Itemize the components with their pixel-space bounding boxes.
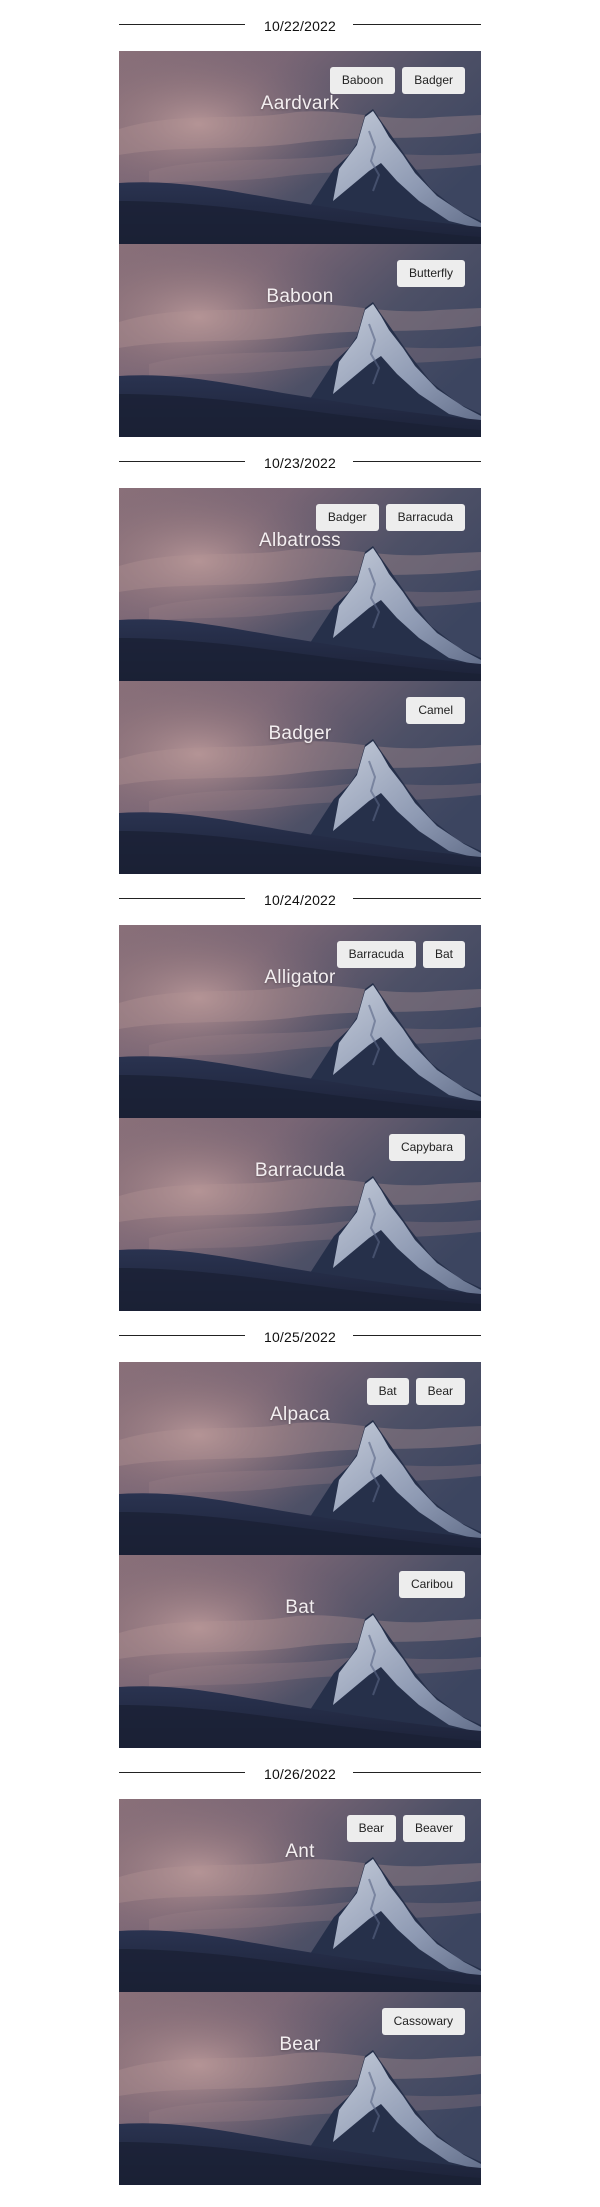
card-title: Ant: [285, 1841, 315, 1862]
card-title: Baboon: [266, 286, 334, 307]
tag-chip[interactable]: Barracuda: [385, 504, 465, 531]
tag-list: Butterfly: [396, 260, 465, 287]
divider-line: [119, 24, 245, 25]
tag-list: Camel: [406, 697, 465, 724]
tag-chip[interactable]: Bear: [415, 1378, 465, 1405]
tag-chip[interactable]: Bat: [422, 941, 465, 968]
card-title: Badger: [268, 723, 332, 744]
divider-line: [119, 898, 245, 899]
date-separator: 10/24/2022: [119, 874, 481, 925]
tag-list: Caribou: [398, 1571, 465, 1598]
tag-list: Cassowary: [381, 2008, 465, 2035]
tag-chip[interactable]: Baboon: [329, 67, 396, 94]
divider-line: [119, 461, 245, 462]
entry-card[interactable]: Alligator Barracuda Bat: [119, 925, 481, 1118]
tag-list: Bear Beaver: [346, 1815, 465, 1842]
tag-list: Badger Barracuda: [315, 504, 465, 531]
card-title: Bear: [279, 2034, 321, 2055]
tag-chip[interactable]: Badger: [315, 504, 379, 531]
tag-chip[interactable]: Capybara: [388, 1134, 465, 1161]
date-separator: 10/25/2022: [119, 1311, 481, 1362]
tag-list: Bat Bear: [366, 1378, 465, 1405]
tag-chip[interactable]: Bear: [346, 1815, 396, 1842]
tag-chip[interactable]: Bat: [366, 1378, 409, 1405]
tag-list: Baboon Badger: [329, 67, 465, 94]
tag-chip[interactable]: Cassowary: [381, 2008, 465, 2035]
divider-line: [353, 461, 481, 462]
date-label: 10/26/2022: [253, 1765, 347, 1782]
divider-line: [353, 1335, 481, 1336]
entry-card[interactable]: Badger Camel: [119, 681, 481, 874]
entry-card[interactable]: Alpaca Bat Bear: [119, 1362, 481, 1555]
date-separator: 10/22/2022: [119, 0, 481, 51]
divider-line: [119, 1335, 245, 1336]
entry-card[interactable]: Ant Bear Beaver: [119, 1799, 481, 1992]
tag-list: Capybara: [388, 1134, 465, 1161]
date-label: 10/24/2022: [253, 891, 347, 908]
entry-card[interactable]: Aardvark Baboon Badger: [119, 51, 481, 244]
tag-chip[interactable]: Beaver: [402, 1815, 465, 1842]
date-separator: 10/26/2022: [119, 1748, 481, 1799]
card-title: Alpaca: [270, 1404, 330, 1425]
entry-card[interactable]: Baboon Butterfly: [119, 244, 481, 437]
tag-chip[interactable]: Butterfly: [396, 260, 465, 287]
tag-chip[interactable]: Badger: [402, 67, 465, 94]
date-label: 10/23/2022: [253, 454, 347, 471]
date-separator: 10/23/2022: [119, 437, 481, 488]
divider-line: [119, 1772, 245, 1773]
card-title: Albatross: [259, 530, 341, 551]
date-label: 10/22/2022: [253, 17, 347, 34]
entry-card[interactable]: Barracuda Capybara: [119, 1118, 481, 1311]
divider-line: [353, 24, 481, 25]
timeline-feed: 10/22/2022 Aardvark Baboon Badger Baboon Butt…: [119, 0, 481, 2185]
date-label: 10/25/2022: [253, 1328, 347, 1345]
tag-chip[interactable]: Camel: [406, 697, 465, 724]
card-title: Alligator: [264, 967, 336, 988]
entry-card[interactable]: Albatross Badger Barracuda: [119, 488, 481, 681]
card-title: Bat: [285, 1597, 315, 1618]
card-title: Barracuda: [254, 1160, 346, 1181]
tag-chip[interactable]: Caribou: [398, 1571, 465, 1598]
tag-chip[interactable]: Barracuda: [336, 941, 416, 968]
card-title: Aardvark: [260, 93, 340, 114]
entry-card[interactable]: Bear Cassowary: [119, 1992, 481, 2185]
divider-line: [353, 898, 481, 899]
entry-card[interactable]: Bat Caribou: [119, 1555, 481, 1748]
tag-list: Barracuda Bat: [336, 941, 465, 968]
divider-line: [353, 1772, 481, 1773]
